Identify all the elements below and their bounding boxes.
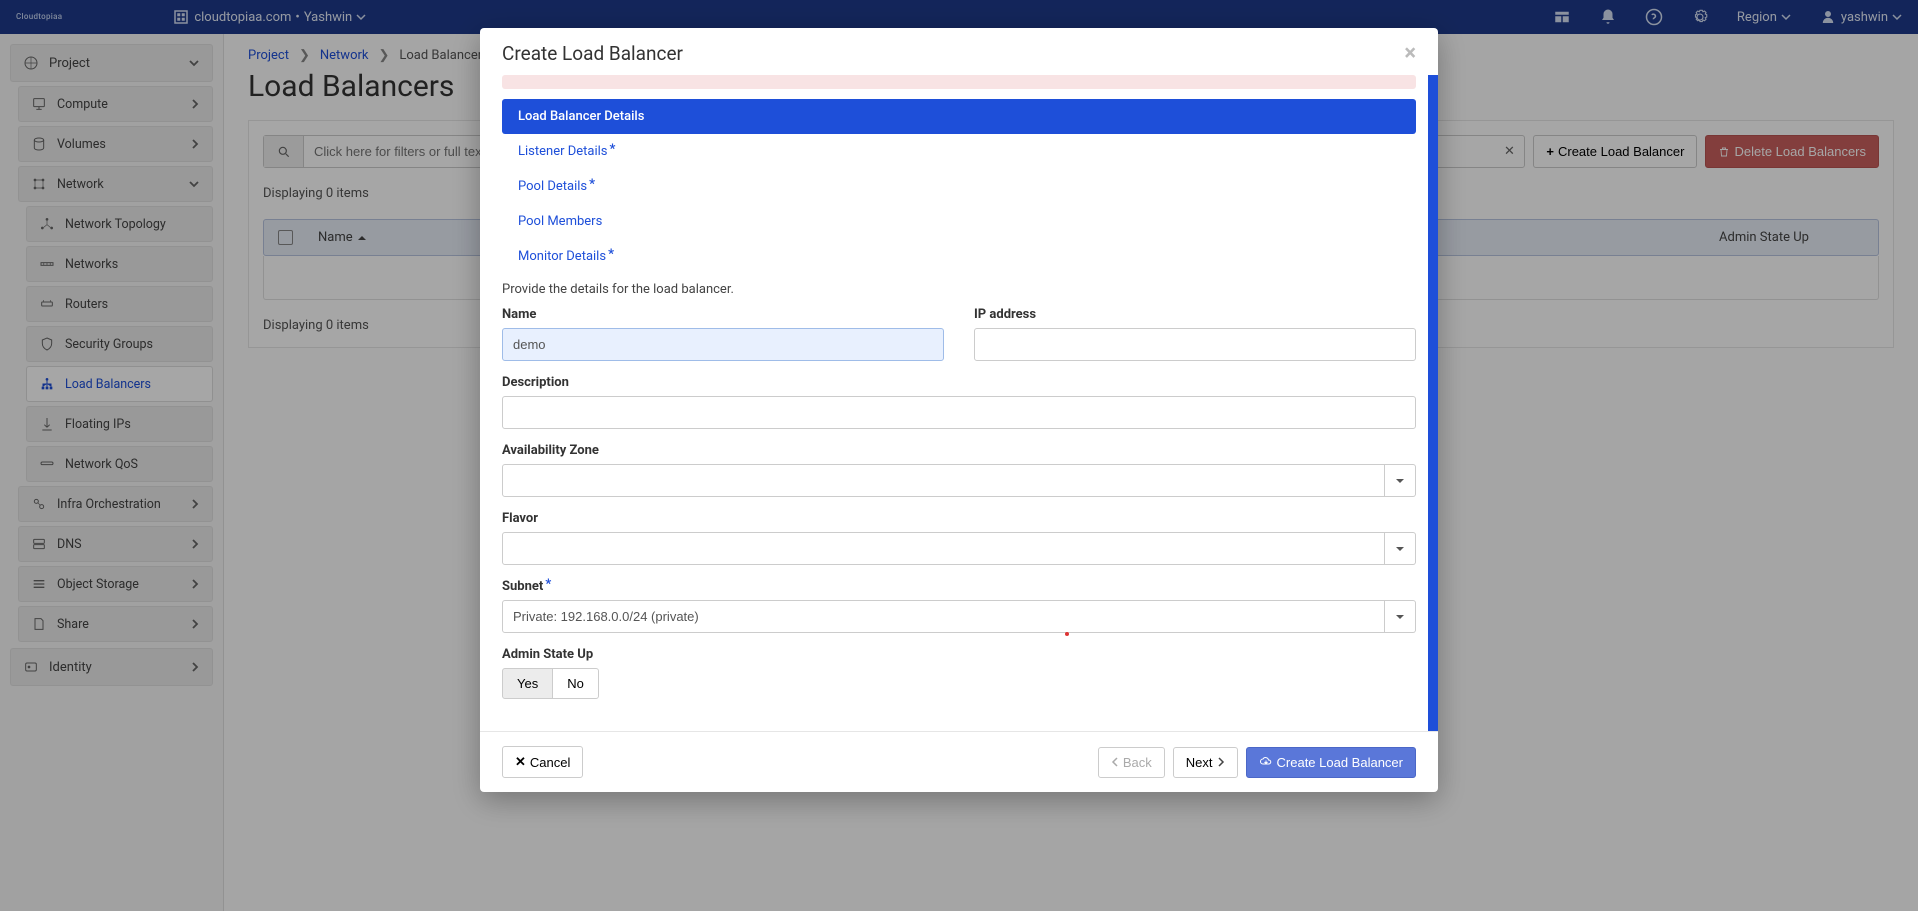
next-button[interactable]: Next xyxy=(1173,747,1238,778)
create-lb-modal: Create Load Balancer × Load Balancer Det… xyxy=(480,28,1438,792)
toggle-no[interactable]: No xyxy=(552,668,599,699)
label-subnet: Subnet* xyxy=(502,579,1416,594)
close-icon[interactable]: × xyxy=(1404,43,1416,65)
form-intro: Provide the details for the load balance… xyxy=(502,282,1416,297)
label-name: Name xyxy=(502,307,944,322)
scrollbar[interactable] xyxy=(1428,75,1438,731)
subnet-caret[interactable] xyxy=(1385,600,1416,633)
cancel-button[interactable]: ✕ Cancel xyxy=(502,746,583,778)
label-az: Availability Zone xyxy=(502,443,1416,458)
flavor-select[interactable] xyxy=(502,532,1385,565)
az-caret[interactable] xyxy=(1385,464,1416,497)
back-button[interactable]: Back xyxy=(1098,747,1165,778)
wizard-nav: Load Balancer Details Listener Details* … xyxy=(502,99,1416,274)
admin-state-toggle: Yes No xyxy=(502,668,599,699)
wiz-nav-lb-details[interactable]: Load Balancer Details xyxy=(502,99,1416,134)
wiz-nav-pool[interactable]: Pool Details* xyxy=(502,169,1416,204)
label-ip: IP address xyxy=(974,307,1416,322)
modal-title: Create Load Balancer xyxy=(502,42,683,65)
chevron-right-icon xyxy=(1217,757,1225,767)
caret-down-icon xyxy=(1395,544,1405,554)
caret-down-icon xyxy=(1395,612,1405,622)
az-select[interactable] xyxy=(502,464,1385,497)
description-input[interactable] xyxy=(502,396,1416,429)
label-admin-state: Admin State Up xyxy=(502,647,1416,662)
caret-down-icon xyxy=(1395,476,1405,486)
flavor-caret[interactable] xyxy=(1385,532,1416,565)
ip-input[interactable] xyxy=(974,328,1416,361)
subnet-select[interactable] xyxy=(502,600,1385,633)
toggle-yes[interactable]: Yes xyxy=(502,668,553,699)
wiz-nav-listener[interactable]: Listener Details* xyxy=(502,134,1416,169)
label-description: Description xyxy=(502,375,1416,390)
cloud-download-icon xyxy=(1259,756,1273,768)
wiz-nav-monitor[interactable]: Monitor Details* xyxy=(502,239,1416,274)
chevron-left-icon xyxy=(1111,757,1119,767)
alert-strip xyxy=(502,75,1416,89)
create-button[interactable]: Create Load Balancer xyxy=(1246,747,1416,778)
wiz-nav-members[interactable]: Pool Members xyxy=(502,204,1416,239)
name-input[interactable] xyxy=(502,328,944,361)
label-flavor: Flavor xyxy=(502,511,1416,526)
